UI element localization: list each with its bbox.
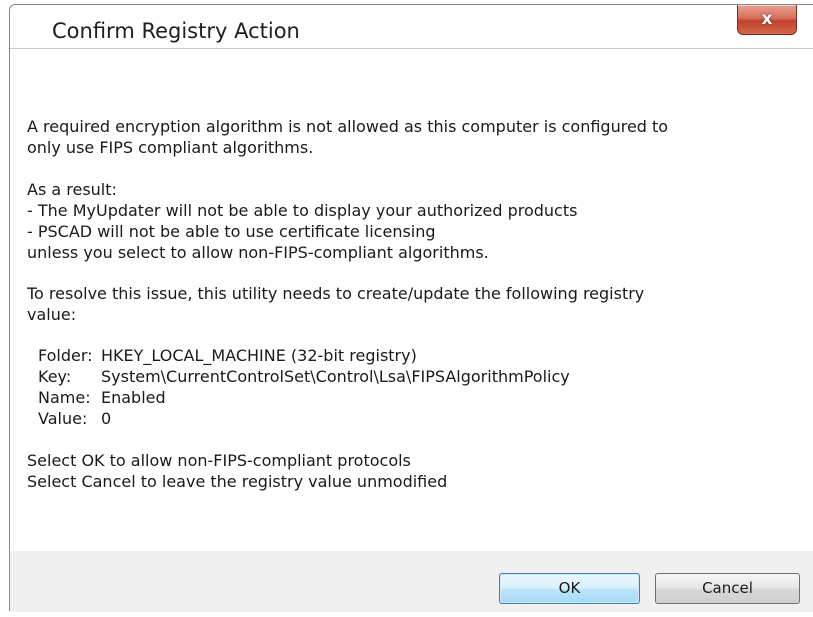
select-ok-instruction: Select OK to allow non-FIPS-compliant pr…: [27, 451, 411, 470]
result-item: - PSCAD will not be able to use certific…: [27, 222, 436, 241]
registry-value-value: 0: [101, 409, 112, 428]
window-title: Confirm Registry Action: [52, 19, 300, 43]
intro-line: A required encryption algorithm is not a…: [27, 117, 669, 136]
registry-folder-value: HKEY_LOCAL_MACHINE (32-bit registry): [101, 346, 417, 365]
registry-value-label: Value:: [38, 409, 88, 428]
resolve-line: value:: [27, 305, 77, 324]
close-icon: x: [761, 9, 773, 29]
resolve-line: To resolve this issue, this utility need…: [27, 284, 645, 303]
result-heading: As a result:: [27, 180, 117, 199]
ok-button[interactable]: OK: [499, 573, 640, 604]
intro-line: only use FIPS compliant algorithms.: [27, 138, 314, 157]
result-tail: unless you select to allow non-FIPS-comp…: [27, 243, 489, 262]
result-item: - The MyUpdater will not be able to disp…: [27, 201, 578, 220]
registry-key-label: Key:: [38, 367, 72, 386]
dialog-body: A required encryption algorithm is not a…: [10, 48, 813, 612]
registry-key-value: System\CurrentControlSet\Control\Lsa\FIP…: [101, 367, 570, 386]
registry-name-label: Name:: [38, 388, 91, 407]
button-panel: OK Cancel: [10, 551, 813, 612]
cancel-button[interactable]: Cancel: [655, 573, 800, 604]
registry-name-value: Enabled: [101, 388, 166, 407]
registry-folder-label: Folder:: [38, 346, 93, 365]
title-bar[interactable]: Confirm Registry Action x: [10, 5, 813, 48]
close-button[interactable]: x: [737, 5, 797, 35]
select-cancel-instruction: Select Cancel to leave the registry valu…: [27, 472, 448, 491]
dialog-window: Confirm Registry Action x A required enc…: [9, 4, 813, 612]
